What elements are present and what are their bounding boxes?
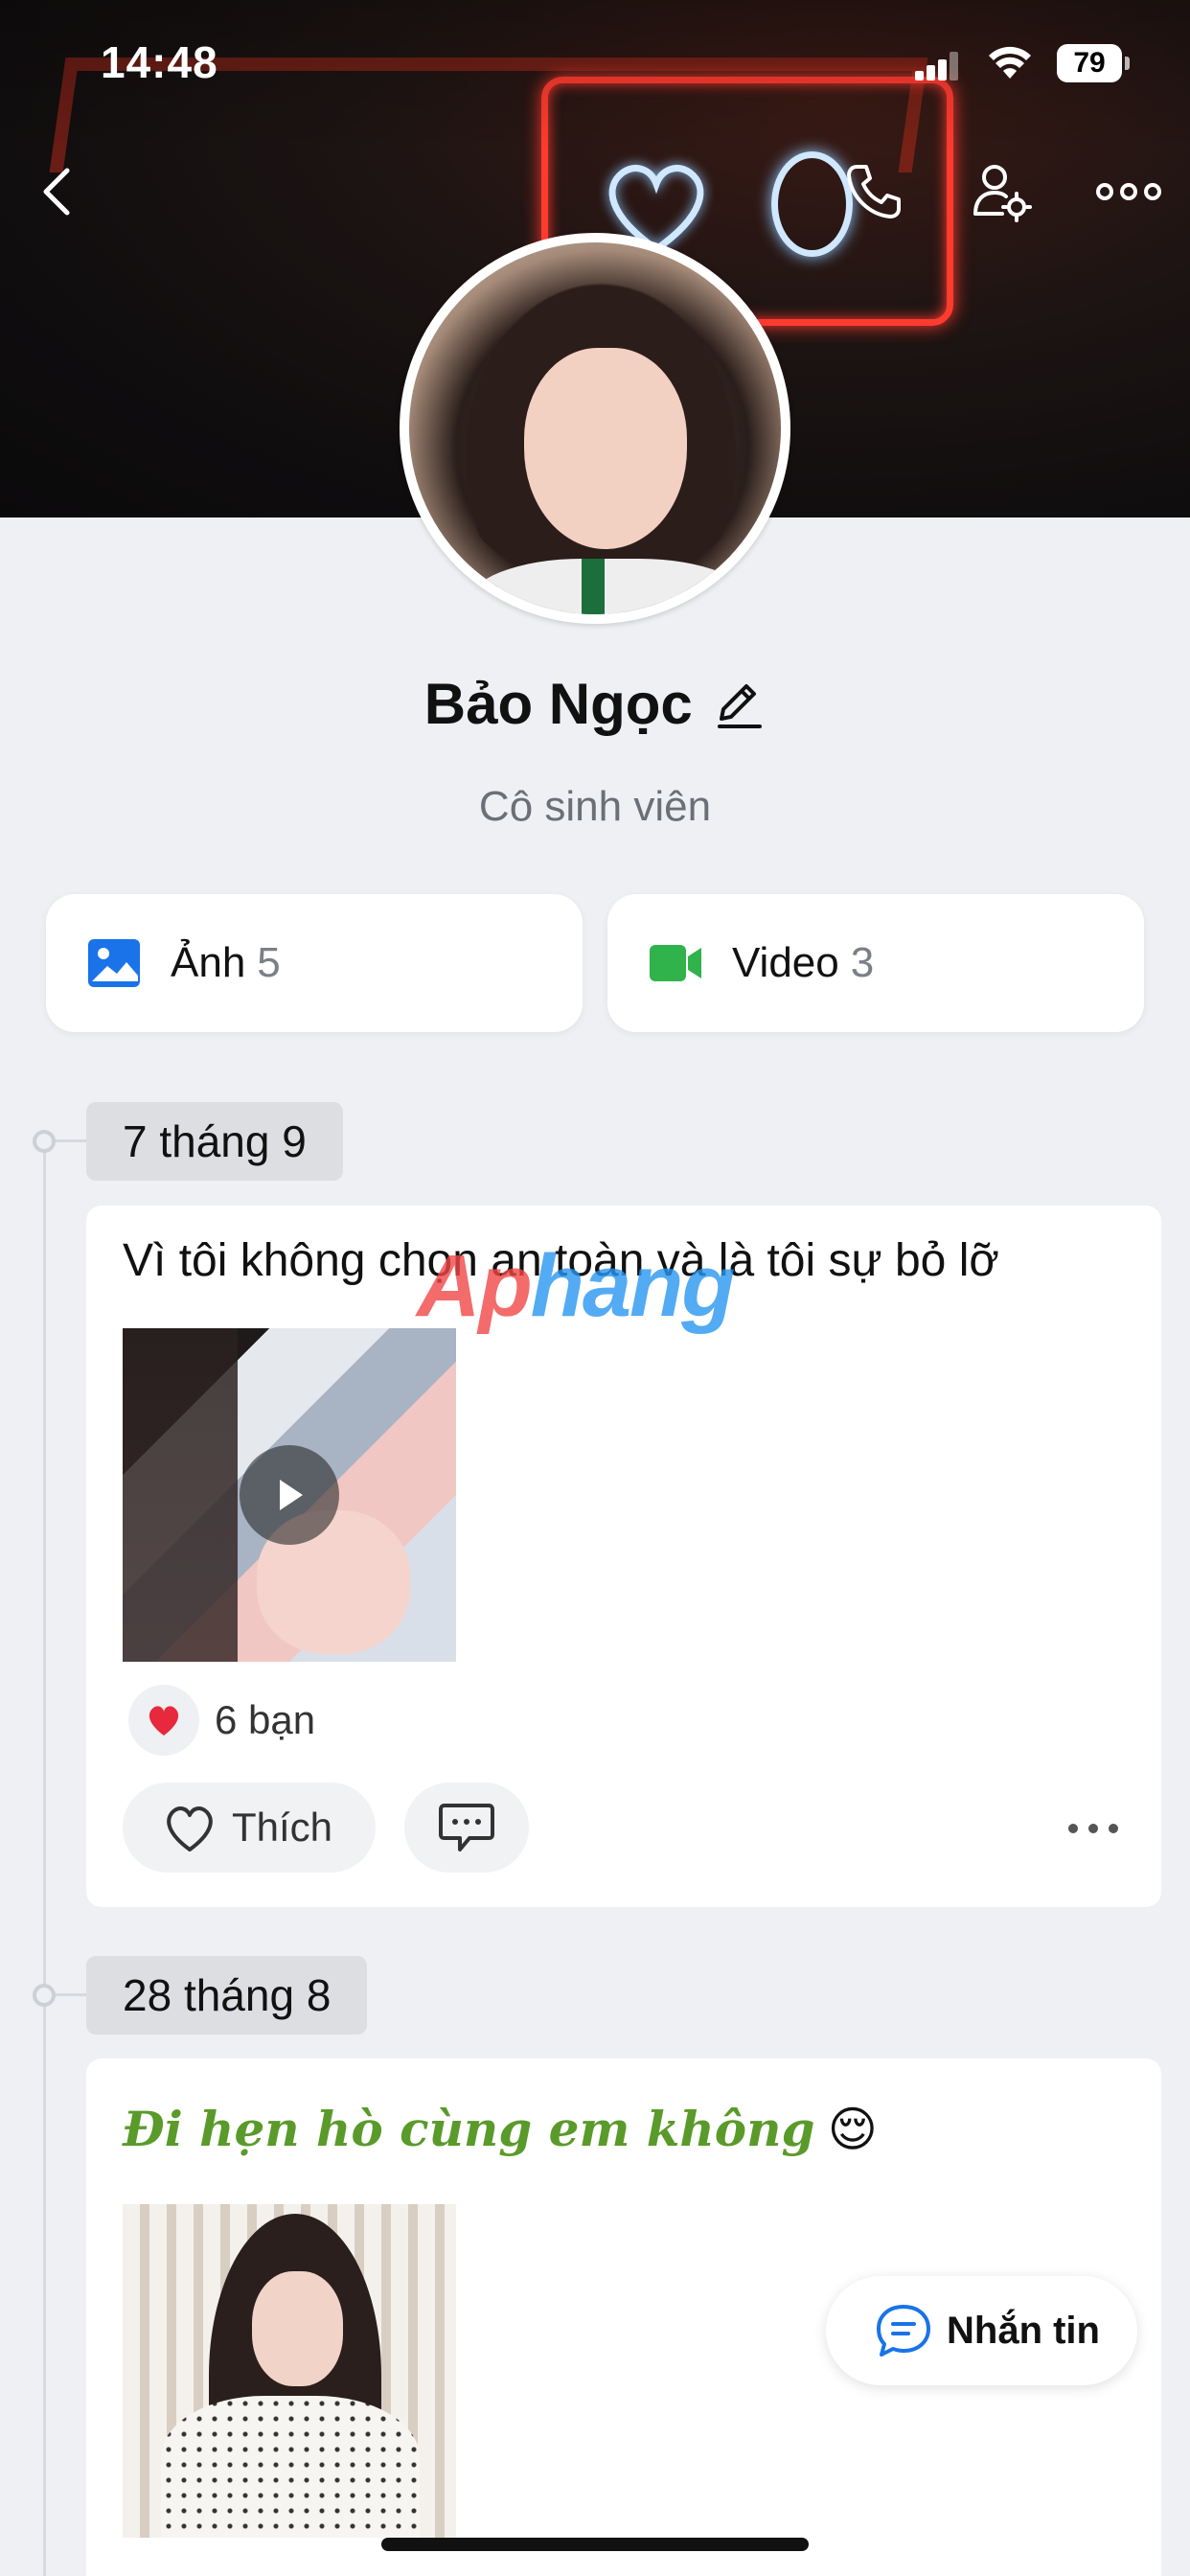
videos-count: 3 <box>850 939 875 986</box>
chat-bubble-icon <box>877 2305 930 2357</box>
edit-pencil-icon[interactable] <box>710 677 766 732</box>
heart-reaction-icon <box>128 1685 199 1756</box>
cellular-signal-icon <box>915 52 959 80</box>
comment-icon <box>439 1804 494 1852</box>
timeline-connector <box>56 1139 86 1142</box>
photos-count: 5 <box>257 939 281 986</box>
battery-indicator: 79 <box>1057 44 1130 82</box>
home-indicator <box>381 2538 809 2551</box>
profile-bio: Cô sinh viên <box>478 783 712 830</box>
post-date: 7 tháng 9 <box>86 1102 343 1181</box>
like-label: Thích <box>232 1805 333 1850</box>
post-emoji: 😌 <box>827 2103 878 2156</box>
status-time: 14:48 <box>101 37 218 87</box>
user-gear-icon <box>973 165 1032 222</box>
timeline-connector <box>56 1993 86 1996</box>
post-text-row: Đi hẹn hò cùng em không 😌 <box>123 2101 878 2157</box>
watermark-logo: Aphang <box>417 1236 736 1337</box>
videos-label: Video <box>732 939 839 986</box>
post-video-thumbnail[interactable] <box>123 1328 456 1662</box>
post-photo[interactable] <box>123 2204 456 2538</box>
reaction-summary[interactable]: 6 bạn <box>128 1685 315 1756</box>
status-bar: 14:48 79 <box>0 0 1190 125</box>
videos-card[interactable]: Video 3 <box>607 894 1144 1032</box>
post-text: Đi hẹn hò cùng em không <box>123 2101 815 2157</box>
thumb-hair <box>123 1328 238 1662</box>
back-button[interactable] <box>19 153 96 230</box>
profile-name-row: Bảo Ngọc <box>0 671 1190 737</box>
wifi-icon <box>989 46 1031 79</box>
photos-card[interactable]: Ảnh 5 <box>46 894 583 1032</box>
profile-name: Bảo Ngọc <box>423 672 693 736</box>
more-options-button[interactable] <box>1090 153 1167 230</box>
timeline-line <box>43 1140 46 2576</box>
watermark-part2: hang <box>530 1237 736 1335</box>
watermark-part1: Ap <box>417 1237 533 1335</box>
play-button[interactable] <box>240 1445 339 1545</box>
profile-settings-button[interactable] <box>963 153 1040 230</box>
message-button[interactable]: Nhắn tin <box>826 2276 1137 2385</box>
reaction-count: 6 bạn <box>215 1697 316 1742</box>
more-horizontal-icon <box>1096 183 1161 200</box>
more-dots-icon <box>1068 1824 1118 1833</box>
photos-label: Ảnh <box>171 939 246 986</box>
photo-shirt <box>161 2396 420 2538</box>
play-icon <box>280 1480 303 1510</box>
phone-icon <box>847 165 901 218</box>
timeline-dot <box>33 1130 56 1153</box>
avatar-face <box>524 348 687 549</box>
photo-face <box>252 2271 343 2386</box>
photo-icon <box>88 939 140 987</box>
post-date: 28 tháng 8 <box>86 1956 368 2035</box>
like-button[interactable]: Thích <box>123 1782 376 1873</box>
call-button[interactable] <box>835 153 912 230</box>
heart-outline-icon <box>167 1806 213 1852</box>
timeline-dot <box>33 1984 56 2007</box>
chevron-left-icon <box>43 168 70 216</box>
profile-avatar[interactable] <box>400 233 790 624</box>
comment-button[interactable] <box>404 1782 529 1873</box>
avatar-shirt <box>467 559 754 614</box>
message-label: Nhắn tin <box>947 2309 1100 2352</box>
video-camera-icon <box>650 945 701 981</box>
post-more-button[interactable] <box>1060 1800 1127 1857</box>
